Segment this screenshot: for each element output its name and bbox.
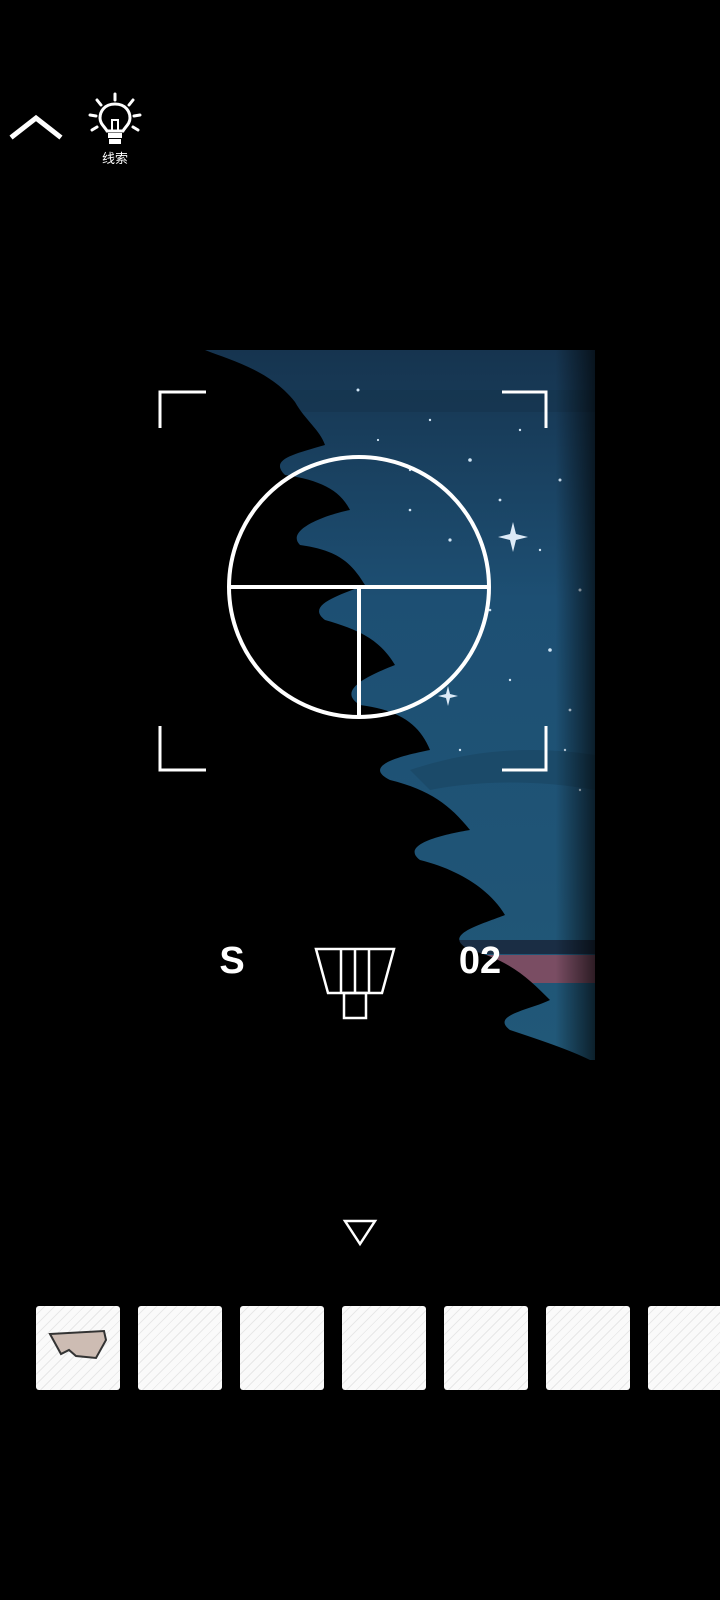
viewfinder-corner-bottom-left bbox=[158, 726, 206, 772]
triangle-down-icon bbox=[342, 1219, 378, 1247]
paper-scrap-icon bbox=[48, 1329, 108, 1360]
window-shape-icon bbox=[314, 947, 396, 1020]
inventory-slot-2[interactable] bbox=[138, 1306, 222, 1390]
chevron-up-icon bbox=[9, 114, 63, 140]
viewfinder-corner-bottom-right bbox=[502, 726, 548, 772]
viewfinder-corner-top-right bbox=[502, 390, 548, 428]
inventory-slot-1[interactable] bbox=[36, 1306, 120, 1390]
frame-number: 02 bbox=[458, 940, 502, 982]
navigate-down-button[interactable] bbox=[340, 1216, 380, 1250]
lightbulb-icon bbox=[88, 92, 142, 144]
inventory-bar bbox=[36, 1306, 720, 1392]
inventory-slot-5[interactable] bbox=[444, 1306, 528, 1390]
hint-button[interactable]: 线索 bbox=[82, 90, 148, 170]
game-screen: 线索 S 02 bbox=[0, 0, 720, 1600]
hint-label: 线索 bbox=[101, 152, 128, 167]
inventory-slot-6[interactable] bbox=[546, 1306, 630, 1390]
back-button[interactable] bbox=[8, 108, 66, 148]
compass-indicator: S 02 bbox=[0, 940, 720, 1020]
viewfinder-reticle[interactable] bbox=[150, 380, 560, 790]
inventory-slot-7[interactable] bbox=[648, 1306, 720, 1390]
viewfinder-corner-top-left bbox=[158, 390, 206, 428]
inventory-slot-4[interactable] bbox=[342, 1306, 426, 1390]
inventory-slot-3[interactable] bbox=[240, 1306, 324, 1390]
direction-letter: S bbox=[219, 940, 245, 982]
